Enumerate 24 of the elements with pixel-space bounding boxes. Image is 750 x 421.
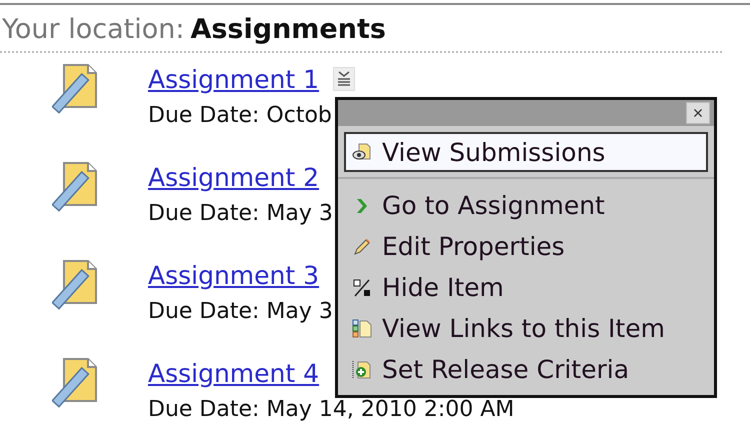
hide-icon <box>352 278 372 298</box>
list-menu-icon <box>337 71 352 87</box>
due-date: Due Date: Octob <box>148 102 333 130</box>
menu-item[interactable]: Go to Assignment <box>344 185 708 226</box>
documents-icon <box>352 142 372 162</box>
menu-item[interactable]: Edit Properties <box>344 226 708 267</box>
assignment-link[interactable]: Assignment 1 <box>148 64 320 94</box>
menu-item[interactable]: View Links to this Item <box>344 308 708 349</box>
menu-button[interactable] <box>333 67 356 91</box>
links-icon <box>352 318 372 338</box>
due-date: Due Date: May 3 <box>148 200 333 228</box>
due-date: Due Date: May 14, 2010 2:00 AM <box>148 396 514 421</box>
assignment-link[interactable]: Assignment 4 <box>148 358 320 388</box>
pencil-icon <box>352 236 372 256</box>
document-plus-icon <box>352 360 372 380</box>
menu-item[interactable]: View Submissions <box>344 132 708 172</box>
breadcrumb-label: Your location: <box>2 14 184 45</box>
close-button[interactable]: × <box>686 102 710 124</box>
assignment-link[interactable]: Assignment 2 <box>148 162 320 192</box>
menu-item[interactable]: Hide Item <box>344 267 708 308</box>
due-date: Due Date: May 3 <box>148 298 333 326</box>
menu-item[interactable]: Set Release Criteria <box>344 349 708 390</box>
assignment-link[interactable]: Assignment 3 <box>148 260 320 290</box>
breadcrumb-current: Assignments <box>190 14 386 45</box>
